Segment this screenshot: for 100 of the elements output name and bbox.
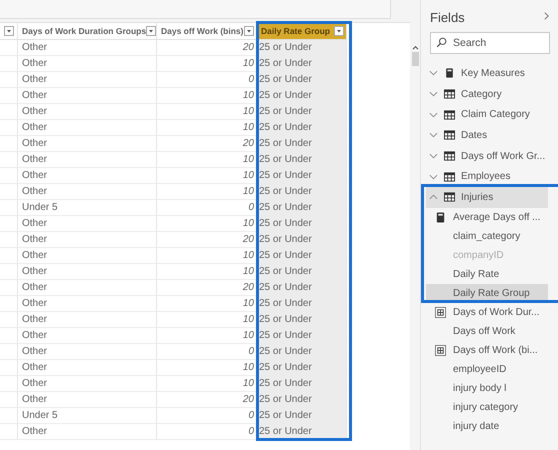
- row-header: [0, 248, 18, 264]
- field-item[interactable]: Daily Rate: [426, 264, 548, 284]
- table-cell: Other: [18, 344, 157, 360]
- dropdown-icon[interactable]: [146, 26, 156, 36]
- table-cell: 25 or Under: [257, 216, 347, 232]
- table-cell: 0: [157, 200, 257, 216]
- table-cell: 10: [157, 88, 257, 104]
- row-header: [0, 232, 18, 248]
- table-cell: Other: [18, 40, 157, 56]
- table-cell: Other: [18, 328, 157, 344]
- column-header[interactable]: Days off Work (bins): [157, 23, 257, 40]
- field-item[interactable]: Average Days off ...: [426, 208, 548, 227]
- calculator-icon: [435, 212, 446, 223]
- table-cell: 10: [157, 120, 257, 136]
- table-cell: Other: [18, 168, 157, 184]
- table-icon: [444, 110, 455, 120]
- table-cell: 20: [157, 392, 257, 408]
- table-item[interactable]: Category: [426, 84, 548, 104]
- scroll-up-icon[interactable]: [412, 45, 418, 50]
- table-icon: [444, 172, 455, 182]
- chevron-down-icon[interactable]: [429, 70, 438, 76]
- table-cell: 10: [157, 296, 257, 312]
- row-header: [0, 344, 18, 360]
- table-item[interactable]: Key Measures: [426, 63, 548, 84]
- row-header: [0, 56, 18, 72]
- search-field[interactable]: Search: [430, 32, 550, 54]
- table-cell: 10: [157, 152, 257, 168]
- table-cell: 0: [157, 344, 257, 360]
- table-cell: 25 or Under: [257, 328, 347, 344]
- row-header: [0, 136, 18, 152]
- field-item[interactable]: injury body l: [426, 378, 548, 398]
- table-cell: Other: [18, 264, 157, 280]
- table-cell: 25 or Under: [257, 40, 347, 56]
- row-header: [0, 88, 18, 104]
- grid-icon: [435, 344, 446, 356]
- row-header: [0, 392, 18, 408]
- table-cell: 10: [157, 248, 257, 264]
- collapse-icon[interactable]: [543, 11, 550, 21]
- field-item[interactable]: claim_category: [426, 226, 548, 246]
- table-cell: 25 or Under: [257, 312, 347, 328]
- table-cell: Other: [18, 184, 157, 200]
- chevron-down-icon[interactable]: [429, 91, 438, 98]
- chevron-down-icon[interactable]: [429, 153, 438, 160]
- row-header: [0, 72, 18, 88]
- field-item[interactable]: employeeID: [426, 360, 548, 379]
- chevron-up-icon[interactable]: [429, 194, 438, 200]
- table-cell: 10: [157, 104, 257, 120]
- table-cell: Other: [18, 88, 157, 104]
- table-cell: 25 or Under: [257, 152, 347, 168]
- table-cell: 25 or Under: [257, 248, 347, 264]
- dropdown-icon[interactable]: [334, 26, 344, 36]
- table-cell: 10: [157, 264, 257, 280]
- table-item[interactable]: Employees: [426, 166, 548, 188]
- row-header: [0, 200, 18, 216]
- row-header: [0, 328, 18, 344]
- chevron-down-icon[interactable]: [429, 132, 438, 138]
- table-cell: Other: [18, 216, 157, 232]
- table-cell: Other: [18, 152, 157, 168]
- table-cell: 25 or Under: [257, 376, 347, 392]
- table-cell: 25 or Under: [257, 88, 347, 104]
- table-cell: 25 or Under: [257, 104, 347, 120]
- field-item[interactable]: injury category: [426, 398, 548, 417]
- column-header[interactable]: Daily Rate Group: [257, 23, 347, 40]
- table-item[interactable]: Injuries: [426, 187, 548, 208]
- field-item[interactable]: Days off Work (bi...: [426, 340, 548, 360]
- field-item[interactable]: Days off Work: [426, 322, 548, 341]
- column-header[interactable]: Days of Work Duration Groups: [18, 23, 157, 40]
- scrollbar-thumb[interactable]: [412, 52, 418, 66]
- table-cell: 25 or Under: [257, 280, 347, 296]
- calculator-icon: [444, 68, 455, 78]
- table-cell: Other: [18, 248, 157, 264]
- table-cell: Other: [18, 296, 157, 312]
- chevron-down-icon[interactable]: [429, 112, 438, 118]
- row-header: [0, 216, 18, 232]
- table-cell: 20: [157, 232, 257, 248]
- table-cell: 10: [157, 168, 257, 184]
- field-item[interactable]: injury date: [426, 416, 548, 436]
- field-item[interactable]: Days of Work Dur...: [426, 302, 548, 322]
- table-cell: Other: [18, 72, 157, 88]
- pane-title: Fields: [430, 8, 465, 24]
- table-cell: 25 or Under: [257, 392, 347, 408]
- dropdown-icon[interactable]: [244, 26, 254, 36]
- table-item[interactable]: Days off Work Gr...: [426, 146, 548, 166]
- table-cell: 25 or Under: [257, 120, 347, 136]
- table-cell: Other: [18, 424, 157, 440]
- chevron-down-icon[interactable]: [429, 174, 438, 180]
- row-header: [0, 280, 18, 296]
- table-item[interactable]: Dates: [426, 125, 548, 146]
- table-cell: 20: [157, 280, 257, 296]
- table-cell: Other: [18, 376, 157, 392]
- table-icon: [444, 192, 455, 202]
- table-item[interactable]: Claim Category: [426, 104, 548, 126]
- table-cell: 25 or Under: [257, 200, 347, 216]
- row-header: [0, 376, 18, 392]
- row-header: [0, 312, 18, 328]
- table-cell: Other: [18, 360, 157, 376]
- row-header: [0, 424, 18, 440]
- row-header: [0, 120, 18, 136]
- dropdown-icon[interactable]: [4, 26, 14, 36]
- table-cell: 10: [157, 376, 257, 392]
